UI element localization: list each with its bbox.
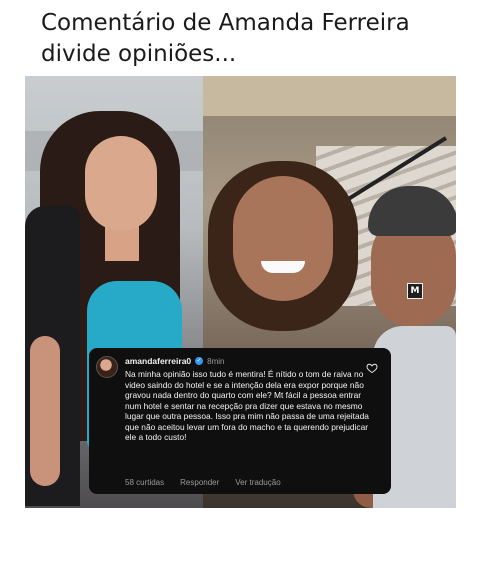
comment-header: amandaferreira0 ✓ 8min	[125, 355, 225, 367]
headline: Comentário de Amanda Ferreira divide opi…	[41, 8, 461, 70]
woman-left-face	[85, 136, 157, 231]
woman-left-arm	[30, 336, 60, 486]
comment-actions: 58 curtidas Responder Ver tradução	[125, 478, 281, 487]
watermark-logo-icon: M	[407, 283, 423, 299]
comment-text: Na minha opinião isso tudo é mentira! É …	[125, 369, 369, 442]
verified-badge-icon: ✓	[195, 357, 204, 365]
username[interactable]: amandaferreira0	[125, 356, 191, 366]
woman-right-smile	[261, 261, 305, 273]
background-ceiling	[203, 76, 456, 116]
comment-card: amandaferreira0 ✓ 8min Na minha opinião …	[89, 348, 391, 494]
comment-time: 8min	[207, 356, 225, 366]
headline-line-2: divide opiniões...	[41, 41, 237, 67]
likes-count[interactable]: 58 curtidas	[125, 478, 164, 487]
translate-button[interactable]: Ver tradução	[235, 478, 280, 487]
headline-line-1: Comentário de Amanda Ferreira	[41, 10, 410, 36]
woman-right-face	[233, 176, 333, 301]
avatar[interactable]	[96, 356, 118, 378]
reply-button[interactable]: Responder	[180, 478, 219, 487]
